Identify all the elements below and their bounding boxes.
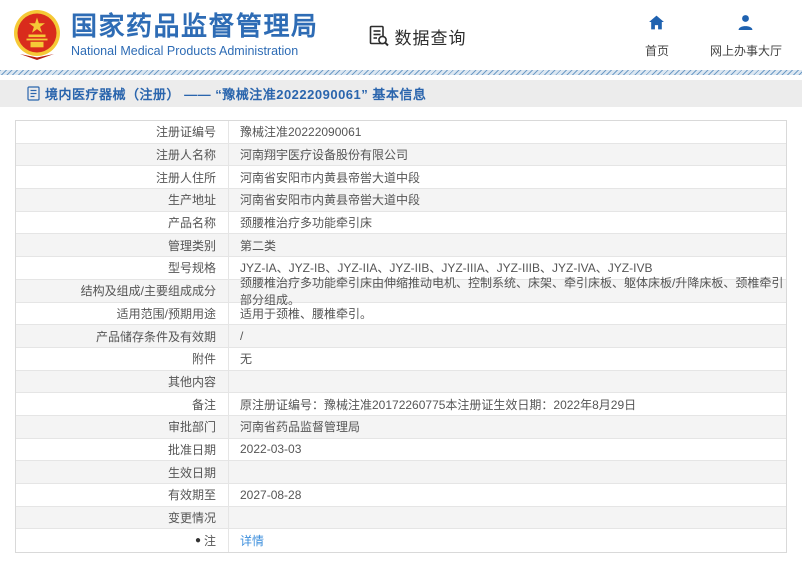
row-label: 注册证编号 [16,121,229,143]
org-name-en: National Medical Products Administration [71,43,299,58]
table-row: 有效期至 2027-08-28 [16,484,786,507]
table-row: ● 注详情 [16,529,786,553]
header-nav: 首页 网上办事大厅 [634,14,782,59]
row-label: 型号规格 [16,257,229,279]
org-name-cn: 国家药品监督管理局 [71,11,319,42]
row-value: 第二类 [240,238,277,253]
row-label: 批准日期 [16,438,229,461]
header-divider [0,70,802,75]
table-row: 适用范围/预期用途 适用于颈椎、腰椎牵引。 [16,302,786,326]
data-query-label: 数据查询 [394,28,467,48]
row-label: 适用范围/预期用途 [16,302,229,325]
row-label: 注册人名称 [16,143,229,166]
nav-label-online-hall: 网上办事大厅 [709,44,782,58]
table-row: 审批部门 河南省药品监督管理局 [16,415,786,439]
row-label: 审批部门 [16,415,229,438]
note-icon: ● [194,534,201,546]
table-row: 生效日期 [16,461,786,484]
document-icon [27,86,40,101]
table-row: 注册证编号 豫械注准20222090061 [16,121,786,144]
row-label: 生效日期 [16,461,229,483]
row-value: 详情 [229,529,786,552]
row-label: 产品储存条件及有效期 [16,325,229,347]
row-value: 颈腰椎治疗多功能牵引床由伸缩推动电机、控制系统、床架、牵引床板、躯体床板/升降床… [240,275,784,307]
row-label: 管理类别 [16,234,229,257]
row-label: ● 注 [16,529,229,553]
row-value [229,461,786,483]
row-value: 河南省安阳市内黄县帝喾大道中段 [240,170,421,185]
row-label: 附件 [16,347,229,370]
row-label: 产品名称 [16,211,229,234]
table-row: 备注 原注册证编号：豫械注准20172260775本注册证生效日期：2022年8月… [16,393,786,416]
nav-item-online-hall[interactable]: 网上办事大厅 [710,14,782,59]
row-label: 注册人住所 [16,166,229,189]
row-value: 2022-03-03 [240,442,302,457]
org-names: 国家药品监督管理局 National Medical Products Admi… [71,12,319,58]
document-search-icon [367,24,391,48]
row-value: 颈腰椎治疗多功能牵引床 [240,216,373,231]
page-header: 国家药品监督管理局 National Medical Products Admi… [0,0,802,70]
row-value: 河南省安阳市内黄县帝喾大道中段 [240,193,421,208]
table-row: 其他内容 [16,370,786,394]
table-row: 生产地址 河南省安阳市内黄县帝喾大道中段 [16,189,786,212]
table-row: 管理类别 第二类 [16,234,786,258]
table-row: 批准日期 2022-03-03 [16,438,786,462]
row-value: 原注册证编号：豫械注准20172260775本注册证生效日期：2022年8月29… [240,397,637,412]
title-bar: 境内医疗器械（注册） —— “豫械注准20222090061” 基本信息 [0,80,802,107]
row-label: 备注 [16,393,229,415]
data-query-section[interactable]: 数据查询 [367,24,467,49]
row-value: 河南翔宇医疗设备股份有限公司 [240,148,409,163]
row-value: 2027-08-28 [240,487,302,502]
row-value: 豫械注准20222090061 [240,125,362,140]
row-value: 适用于颈椎、腰椎牵引。 [240,306,373,321]
row-value: 无 [240,352,253,367]
row-value [229,371,786,393]
nav-item-home[interactable]: 首页 [634,14,680,59]
row-label: 变更情况 [16,506,229,529]
nmpa-logo[interactable]: 国家药品监督管理局 National Medical Products Admi… [12,9,319,61]
row-label: 结构及组成/主要组成成分 [16,279,229,302]
nav-label-home: 首页 [644,44,669,58]
table-row: 产品储存条件及有效期 / [16,325,786,348]
table-row: 变更情况 [16,506,786,530]
table-row: 结构及组成/主要组成成分 颈腰椎治疗多功能牵引床由伸缩推动电机、控制系统、床架、牵… [16,275,786,307]
home-icon [648,14,665,36]
info-table: 注册证编号 豫械注准20222090061 注册人名称 河南翔宇医疗设备股份有限公司注… [15,120,787,554]
table-row: 注册人住所 河南省安阳市内黄县帝喾大道中段 [16,166,786,190]
table-row: 注册人名称 河南翔宇医疗设备股份有限公司 [16,143,786,167]
row-label: 有效期至 [16,484,229,506]
national-emblem-icon [12,9,62,61]
user-icon [737,14,754,36]
row-label: 生产地址 [16,189,229,211]
row-value: / [240,329,244,344]
table-row: 产品名称 颈腰椎治疗多功能牵引床 [16,211,786,235]
detail-link[interactable]: 详情 [240,532,264,549]
row-value [229,507,786,529]
table-row: 附件无 [16,347,786,371]
row-label: 其他内容 [16,370,229,393]
row-value: 河南省药品监督管理局 [240,420,361,435]
page-title: 境内医疗器械（注册） —— “豫械注准20222090061” 基本信息 [45,87,427,102]
